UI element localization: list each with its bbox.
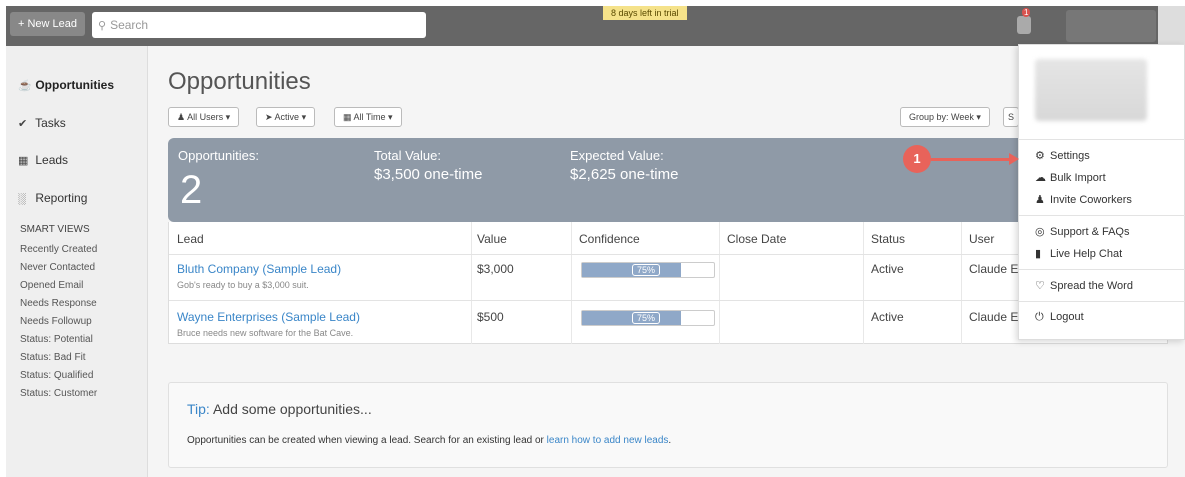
heart-icon: ♡ [1035,280,1045,292]
callout-arrow [931,158,1011,161]
smart-view-item[interactable]: Status: Customer [20,388,97,399]
row-value: $500 [477,310,504,324]
status-filter-button[interactable]: ➤ Active ▾ [256,107,316,127]
menu-item-bulk-import[interactable]: ☁ Bulk Import [1035,171,1106,184]
smart-views-heading: SMART VIEWS [20,224,90,235]
chat-icon: ▮ [1035,248,1042,260]
opportunities-count-label: Opportunities: [178,148,259,163]
header-user[interactable]: User [969,232,994,246]
smart-view-item[interactable]: Status: Qualified [20,370,93,381]
sidebar-item-leads[interactable]: ▦ Leads [18,153,68,167]
confidence-label: 75% [632,312,661,324]
row-user: Claude El [969,310,1022,324]
row-user: Claude El [969,262,1022,276]
learn-link[interactable]: learn how to add new leads [547,435,669,446]
smart-view-item[interactable]: Needs Followup [20,316,92,327]
tip-heading: Tip: Add some opportunities... [187,401,372,417]
power-icon: ⏻ [1035,311,1044,323]
header-lead[interactable]: Lead [177,232,204,246]
smart-view-item[interactable]: Status: Potential [20,334,93,345]
menu-item-settings[interactable]: ⚙ Settings [1035,149,1090,162]
confidence-bar[interactable]: 75% [581,310,715,326]
lead-note: Gob's ready to buy a $3,000 suit. [177,280,309,290]
opportunities-count: 2 [180,168,203,212]
bar-chart-icon: ░ [18,193,26,205]
lead-note: Bruce needs new software for the Bat Cav… [177,328,354,338]
cloud-upload-icon: ☁ [1035,172,1046,184]
sidebar-item-opportunities[interactable]: ☕ Opportunities [18,78,114,92]
step-callout: 1 [903,145,931,173]
menu-item-spread-word[interactable]: ♡ Spread the Word [1035,279,1133,292]
header-status[interactable]: Status [871,232,905,246]
menu-item-invite-coworkers[interactable]: ♟ Invite Coworkers [1035,193,1132,206]
page-title: Opportunities [168,68,311,95]
row-value: $3,000 [477,262,514,276]
header-close-date[interactable]: Close Date [727,232,786,246]
time-filter-button[interactable]: ▦ All Time ▾ [334,107,402,127]
leads-icon: ▦ [18,155,29,167]
search-placeholder: Search [110,18,149,32]
tip-panel: Tip: Add some opportunities... Opportuni… [168,382,1168,468]
users-icon: ♟ [1035,194,1045,206]
users-filter-button[interactable]: ♟ All Users ▾ [168,107,240,127]
notifications-icon[interactable] [1017,16,1031,34]
confidence-bar[interactable]: 75% [581,262,715,278]
total-value: $3,500 one-time [374,166,483,183]
account-info-blurred [1035,59,1147,121]
search-input[interactable]: ⚲ Search [92,12,426,38]
smart-view-item[interactable]: Status: Bad Fit [20,352,86,363]
user-menu-button[interactable] [1066,10,1156,42]
total-value-label: Total Value: [374,148,441,163]
menu-item-support[interactable]: ◎ Support & FAQs [1035,225,1129,238]
header-value[interactable]: Value [477,232,507,246]
check-icon: ✔ [18,118,28,130]
sort-button[interactable]: S [1003,107,1020,127]
tip-body: Opportunities can be created when viewin… [187,435,672,446]
user-dropdown-menu: ⚙ Settings ☁ Bulk Import ♟ Invite Coworkers… [1018,44,1185,340]
callout-arrowhead [1009,153,1019,165]
confidence-label: 75% [632,264,661,276]
row-status: Active [871,262,904,276]
menu-item-live-chat[interactable]: ▮ Live Help Chat [1035,247,1122,260]
expected-value-label: Expected Value: [570,148,664,163]
menu-item-logout[interactable]: ⏻ Logout [1035,311,1084,324]
avatar[interactable] [1158,6,1185,44]
new-lead-button[interactable]: + New Lead [10,12,86,36]
trial-banner: 8 days left in trial [603,6,687,20]
trophy-icon: ☕ [18,80,32,92]
lead-link[interactable]: Wayne Enterprises (Sample Lead) [177,310,360,324]
sidebar-item-reporting[interactable]: ░ Reporting [18,191,87,205]
sidebar-item-tasks[interactable]: ✔ Tasks [18,116,66,130]
app-window: + New Lead ⚲ Search 8 days left in trial … [6,6,1185,477]
top-bar: + New Lead ⚲ Search 8 days left in trial … [6,6,1185,46]
smart-view-item[interactable]: Opened Email [20,280,83,291]
gear-icon: ⚙ [1035,150,1045,162]
smart-view-item[interactable]: Needs Response [20,298,97,309]
smart-view-item[interactable]: Never Contacted [20,262,95,273]
lifebuoy-icon: ◎ [1035,226,1045,238]
lead-link[interactable]: Bluth Company (Sample Lead) [177,262,341,276]
search-icon: ⚲ [98,20,107,32]
group-by-button[interactable]: Group by: Week ▾ [900,107,990,127]
smart-view-item[interactable]: Recently Created [20,244,97,255]
header-confidence[interactable]: Confidence [579,232,640,246]
expected-value: $2,625 one-time [570,166,679,183]
row-status: Active [871,310,904,324]
sidebar: ☕ Opportunities ✔ Tasks ▦ Leads ░ Report… [6,46,148,477]
